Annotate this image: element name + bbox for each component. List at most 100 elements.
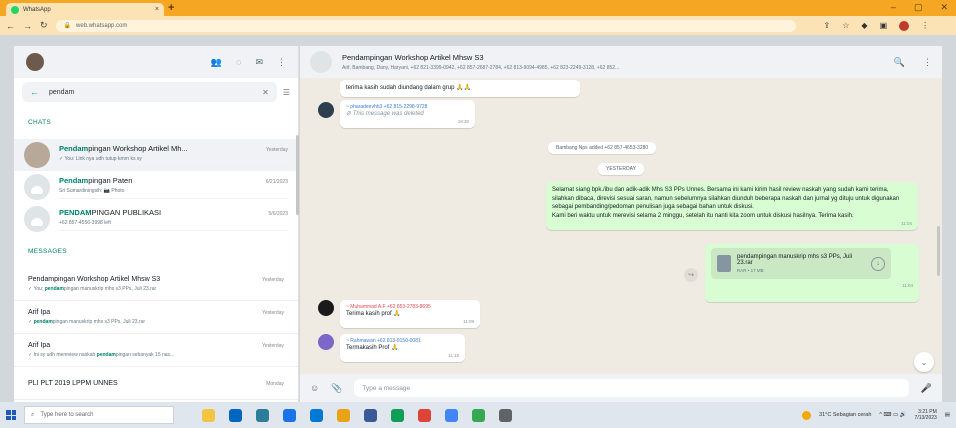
document-bubble[interactable]: pendampingan manuskrip mhs s3 PPs, Juli … [705, 244, 919, 302]
app-icon[interactable] [472, 408, 485, 422]
chat-preview: +62 857-4556-3998 left [59, 219, 111, 226]
deleted-message-text: ⊘ This message was deleted [346, 111, 424, 117]
address-bar-row: ← → ↻ 🔒 web.whatsapp.com ⇪ ☆ ◆ ▣ ⋮ [0, 16, 956, 35]
app-icon[interactable] [229, 408, 242, 422]
app-icon[interactable] [256, 408, 269, 422]
tray-icons[interactable]: ^ ⌨ ▭ 🔊 [879, 412, 906, 418]
maximize-icon[interactable]: ▢ [914, 2, 923, 13]
chat-participants: Arif, Bambang, Dany, Haryani, +62 821-33… [342, 65, 620, 71]
download-icon[interactable]: ↓ [871, 256, 885, 271]
windows-start-icon[interactable] [6, 410, 16, 420]
chat-name: Pendampingan Workshop Artikel Mh... [59, 143, 188, 153]
message-preview: ✓ You: pendampingan manuskrip mhs s3 PPs… [28, 286, 157, 292]
chat-name: PENDAMPINGAN PUBLIKASI [59, 207, 162, 217]
message-bubble[interactable]: ~ Muhammad A.F +62 853-2783-8695 Terima … [340, 300, 480, 328]
attach-icon[interactable]: 📎 [331, 383, 342, 394]
message-composer: ☺ 📎 Type a message 🎤 [300, 374, 942, 402]
message-result[interactable]: Arif Ipa Yesterday ✓ pendampingan manusk… [14, 301, 298, 334]
app-icon[interactable] [418, 408, 431, 422]
message-bubble[interactable]: terima kasih sudah diundang dalam grup 🙏… [340, 80, 580, 97]
new-tab-button[interactable]: + [168, 2, 174, 14]
message-bubble[interactable]: ~ Rahmawan +62 813-9150-0081 Termakasih … [340, 334, 465, 362]
document-size: RAR • 17 MB [737, 268, 764, 273]
notifications-icon[interactable]: ▤ [945, 412, 950, 418]
share-icon[interactable]: ⇪ [824, 21, 831, 31]
message-bubble[interactable]: ~ pharadeevhh3 +62 815-2298-9728 ⊘ This … [340, 100, 475, 128]
message-input[interactable]: Type a message [354, 379, 909, 397]
message-result[interactable]: Pendampingan Workshop Artikel Mhsw S3 Ye… [14, 268, 298, 301]
url-input[interactable]: 🔒 web.whatsapp.com [55, 19, 796, 32]
browser-menu-icon[interactable]: ⋮ [921, 21, 929, 31]
sidebar: 👥 ◌ ✉ ⋮ ← pendam ✕ ☰ CHATS Pendampingan … [14, 46, 299, 402]
system-tray: 31°C Sebagian cerah ^ ⌨ ▭ 🔊 3:21 PM 7/13… [802, 409, 950, 421]
emoji-icon[interactable]: ☺ [310, 383, 319, 393]
group-avatar [24, 174, 50, 200]
chat-menu-icon[interactable]: ⋮ [923, 57, 932, 68]
chat-header[interactable]: Pendampingan Workshop Artikel Mhsw S3 Ar… [300, 46, 942, 78]
app-icon[interactable] [499, 408, 512, 422]
message-time: 11:09 [463, 318, 474, 324]
taskbar-search[interactable]: ⌕ Type here to search [24, 406, 174, 424]
search-chat-icon[interactable]: 🔍 [894, 57, 905, 68]
message-time: Yesterday [261, 343, 284, 349]
extension-icon[interactable]: ◆ [861, 21, 867, 31]
sidepanel-icon[interactable]: ▣ [880, 21, 888, 31]
search-box[interactable]: ← pendam ✕ [22, 82, 277, 102]
search-input[interactable]: pendam [49, 89, 252, 96]
search-back-icon[interactable]: ← [30, 87, 39, 97]
profile-avatar[interactable] [899, 20, 910, 31]
sender-avatar[interactable] [318, 300, 334, 316]
message-chat-name: Arif Ipa [28, 309, 51, 316]
sidebar-scrollbar[interactable] [296, 135, 299, 215]
scroll-down-button[interactable]: ⌄ [914, 352, 934, 372]
microphone-icon[interactable]: 🎤 [921, 383, 932, 394]
taskbar-search-icon: ⌕ [31, 411, 35, 418]
filter-icon[interactable]: ☰ [283, 88, 290, 97]
chat-time: 6/21/2023 [265, 178, 288, 185]
browser-tab[interactable]: WhatsApp × [6, 3, 164, 16]
chat-item[interactable]: Pendampingan Workshop Artikel Mh... Yest… [14, 139, 298, 171]
app-icon[interactable] [337, 408, 350, 422]
app-icon[interactable] [310, 408, 323, 422]
bookmark-star-icon[interactable]: ☆ [842, 21, 849, 31]
message-text: Terima kasih prof 🙏 [346, 311, 401, 317]
group-avatar[interactable] [310, 51, 332, 73]
chat-item[interactable]: PENDAMPINGAN PUBLIKASI 5/6/2023 +62 857-… [14, 203, 298, 235]
app-icon[interactable] [445, 408, 458, 422]
message-bubble-outgoing[interactable]: Selamat siang bpk./ibu dan adik-adik Mhs… [546, 182, 918, 230]
taskbar-clock[interactable]: 3:21 PM 7/13/2023 [915, 409, 937, 421]
whatsapp-favicon-icon [11, 5, 19, 14]
forward-icon[interactable]: → [23, 21, 32, 31]
reload-icon[interactable]: ↻ [40, 20, 48, 31]
message-time: Yesterday [261, 277, 284, 283]
sender-avatar[interactable] [318, 102, 334, 118]
message-text: terima kasih sudah diundang dalam grup 🙏… [346, 85, 472, 91]
status-icon[interactable]: ◌ [236, 57, 241, 68]
document-attachment[interactable]: pendampingan manuskrip mhs s3 PPs, Juli … [711, 248, 891, 279]
app-icon[interactable] [283, 408, 296, 422]
communities-icon[interactable]: 👥 [211, 57, 222, 68]
app-icon[interactable] [364, 408, 377, 422]
message-time: 11:04 [902, 283, 913, 288]
document-name: pendampingan manuskrip mhs s3 PPs, Juli … [737, 254, 853, 266]
chat-scrollbar[interactable] [937, 226, 940, 276]
minimize-icon[interactable]: – [891, 2, 896, 13]
forward-icon[interactable]: ↪ [684, 268, 698, 282]
weather-text[interactable]: 31°C Sebagian cerah [819, 412, 871, 418]
message-result[interactable]: Arif Ipa Yesterday ✓ Ini sy udh mereview… [14, 334, 298, 367]
message-chat-name: PLI PLT 2019 LPPM UNNES [28, 379, 118, 387]
chat-item[interactable]: Pendampingan Paten 6/21/2023 Sri Sumardi… [14, 171, 298, 203]
clear-search-icon[interactable]: ✕ [262, 88, 269, 97]
app-icon[interactable] [391, 408, 404, 422]
back-icon[interactable]: ← [6, 21, 15, 31]
menu-icon[interactable]: ⋮ [277, 57, 286, 68]
new-chat-icon[interactable]: ✉ [255, 57, 263, 68]
message-result[interactable]: PLI PLT 2019 LPPM UNNES Monday [14, 367, 298, 400]
message-text: Selamat siang bpk./ibu dan adik-adik Mhs… [552, 187, 900, 220]
sidebar-header: 👥 ◌ ✉ ⋮ [14, 46, 298, 78]
close-window-icon[interactable]: ✕ [940, 2, 948, 13]
tab-close-icon[interactable]: × [155, 6, 159, 13]
sender-avatar[interactable] [318, 334, 334, 350]
user-avatar[interactable] [26, 53, 44, 71]
app-icon[interactable] [202, 408, 215, 422]
